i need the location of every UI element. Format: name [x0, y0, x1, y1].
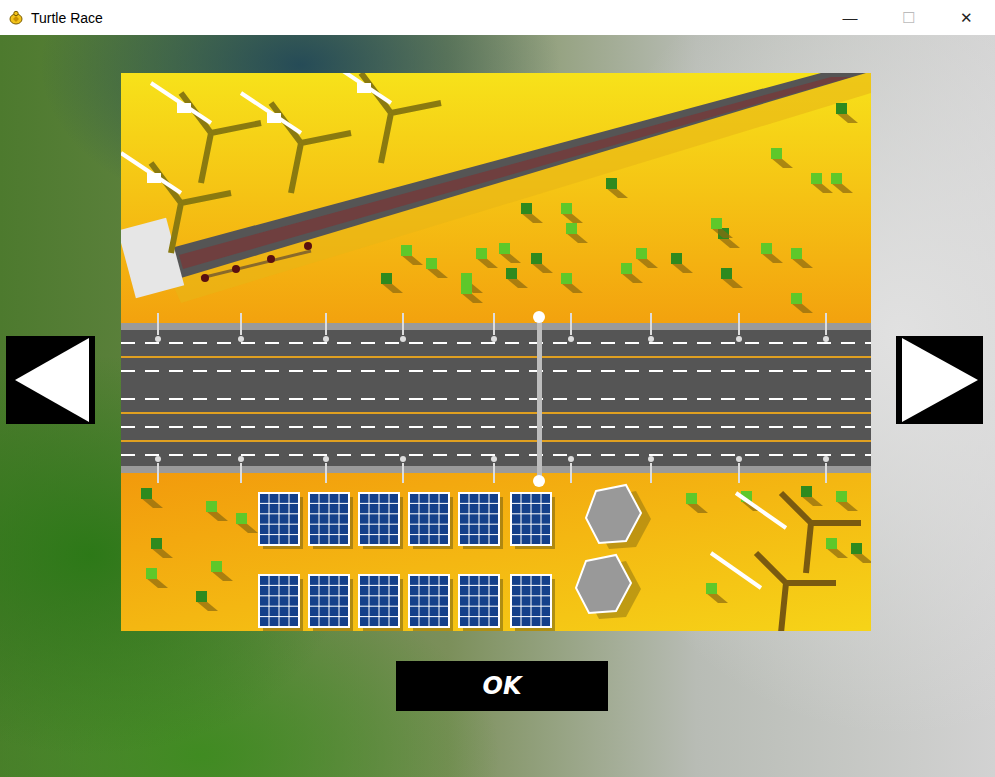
ok-button[interactable]: OK: [396, 661, 608, 711]
map-select-screen: OK: [0, 35, 995, 777]
window-title: Turtle Race: [31, 10, 103, 26]
windmills-top: [121, 73, 441, 253]
window-control-button[interactable]: ☐: [879, 9, 937, 27]
game-window: Turtle Race —☐✕ OK: [0, 0, 995, 777]
railway: [121, 73, 871, 303]
map-preview: [121, 73, 871, 631]
map-selector: [0, 35, 995, 631]
right-arrow-icon: [898, 336, 982, 424]
previous-map-button[interactable]: [6, 336, 95, 424]
button-row: OK: [0, 661, 995, 711]
window-control-button[interactable]: ✕: [937, 9, 995, 27]
window-controls: —☐✕: [821, 0, 995, 35]
left-arrow-icon: [9, 336, 93, 424]
road: [121, 311, 871, 487]
windmills-bottom: [711, 493, 861, 631]
title-bar: Turtle Race —☐✕: [0, 0, 995, 35]
map-picture: [121, 73, 871, 631]
window-control-button[interactable]: —: [821, 9, 879, 26]
turtle-icon: [8, 10, 24, 26]
tanks: [576, 485, 651, 619]
solar-panels: [259, 493, 555, 631]
next-map-button[interactable]: [896, 336, 983, 424]
